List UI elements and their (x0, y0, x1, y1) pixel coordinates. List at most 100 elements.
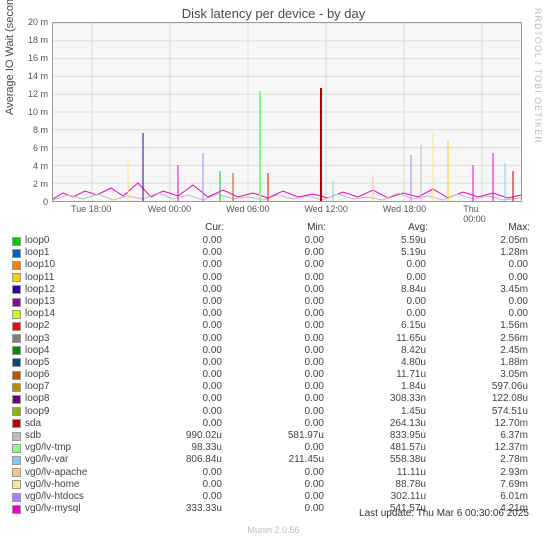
legend-swatch (12, 493, 21, 502)
legend-row: loop70.000.001.84u597.06u (12, 381, 532, 393)
series-cur: 0.00 (120, 259, 222, 271)
series-name: vg0/lv-var (25, 454, 120, 466)
legend-swatch (12, 419, 21, 428)
series-min: 0.00 (222, 259, 324, 271)
series-cur: 333.33u (120, 503, 222, 515)
last-update: Last update: Thu Mar 6 00:30:06 2025 (359, 508, 529, 519)
legend-swatch (12, 444, 21, 453)
series-name: loop11 (25, 272, 120, 284)
series-max: 3.05m (426, 369, 528, 381)
legend-swatch (12, 261, 21, 270)
chart-title: Disk latency per device - by day (0, 6, 547, 21)
series-avg: 11.65u (324, 333, 426, 345)
series-name: loop7 (25, 381, 120, 393)
series-cur: 0.00 (120, 369, 222, 381)
legend-swatch (12, 285, 21, 294)
series-max: 2.93m (426, 467, 528, 479)
legend-swatch (12, 432, 21, 441)
series-cur: 0.00 (120, 357, 222, 369)
series-max: 2.56m (426, 333, 528, 345)
series-max: 1.88m (426, 357, 528, 369)
series-max: 0.00 (426, 272, 528, 284)
series-avg: 88.78u (324, 479, 426, 491)
series-min: 0.00 (222, 296, 324, 308)
series-cur: 0.00 (120, 418, 222, 430)
legend-row: sda0.000.00264.13u12.70m (12, 418, 532, 430)
x-tick: Wed 18:00 (383, 204, 426, 214)
series-min: 0.00 (222, 418, 324, 430)
col-avg: Avg: (326, 222, 428, 233)
series-name: loop1 (25, 247, 120, 259)
legend-swatch (12, 298, 21, 307)
series-cur: 0.00 (120, 308, 222, 320)
series-name: loop2 (25, 320, 120, 332)
series-max: 12.70m (426, 418, 528, 430)
series-name: sda (25, 418, 120, 430)
series-avg: 1.45u (324, 406, 426, 418)
legend-row: loop60.000.0011.71u3.05m (12, 369, 532, 381)
legend-row: loop130.000.000.000.00 (12, 296, 532, 308)
x-tick: Tue 18:00 (71, 204, 111, 214)
y-tick: 16 m (28, 53, 48, 63)
legend-row: loop140.000.000.000.00 (12, 308, 532, 320)
series-avg: 302.11u (324, 491, 426, 503)
rrdtool-watermark: RRDTOOL / TOBI OETIKER (533, 8, 543, 144)
series-avg: 308.33n (324, 393, 426, 405)
series-cur: 990.02u (120, 430, 222, 442)
series-cur: 0.00 (120, 284, 222, 296)
series-min: 0.00 (222, 479, 324, 491)
series-name: loop14 (25, 308, 120, 320)
legend-row: loop110.000.000.000.00 (12, 272, 532, 284)
series-cur: 0.00 (120, 406, 222, 418)
series-max: 0.00 (426, 296, 528, 308)
legend-row: vg0/lv-htdocs0.000.00302.11u6.01m (12, 491, 532, 503)
series-cur: 98.33u (120, 442, 222, 454)
series-max: 2.45m (426, 345, 528, 357)
series-avg: 481.57u (324, 442, 426, 454)
series-avg: 6.15u (324, 320, 426, 332)
legend-row: vg0/lv-apache0.000.0011.11u2.93m (12, 467, 532, 479)
legend-swatch (12, 480, 21, 489)
col-min: Min: (224, 222, 326, 233)
y-tick: 0 (43, 197, 48, 207)
legend-row: loop20.000.006.15u1.56m (12, 320, 532, 332)
series-min: 211.45u (222, 454, 324, 466)
y-tick: 6 m (33, 143, 48, 153)
series-min: 0.00 (222, 284, 324, 296)
y-axis-label: Average IO Wait (seconds) (4, 0, 16, 115)
series-max: 6.01m (426, 491, 528, 503)
series-max: 2.05m (426, 235, 528, 247)
y-tick: 14 m (28, 71, 48, 81)
legend-swatch (12, 468, 21, 477)
series-avg: 5.59u (324, 235, 426, 247)
series-max: 12.37m (426, 442, 528, 454)
y-tick: 20 m (28, 17, 48, 27)
y-tick: 8 m (33, 125, 48, 135)
series-avg: 1.84u (324, 381, 426, 393)
munin-chart: Disk latency per device - by day Average… (0, 0, 547, 539)
series-avg: 11.71u (324, 369, 426, 381)
series-cur: 0.00 (120, 393, 222, 405)
x-axis-ticks: Tue 18:00Wed 00:00Wed 06:00Wed 12:00Wed … (52, 204, 522, 218)
series-name: loop10 (25, 259, 120, 271)
series-min: 0.00 (222, 333, 324, 345)
y-tick: 4 m (33, 161, 48, 171)
series-min: 0.00 (222, 442, 324, 454)
series-name: loop0 (25, 235, 120, 247)
series-avg: 264.13u (324, 418, 426, 430)
legend-swatch (12, 358, 21, 367)
series-name: loop6 (25, 369, 120, 381)
y-axis-ticks: 02 m4 m6 m8 m10 m12 m14 m16 m18 m20 m (22, 22, 50, 202)
series-name: loop4 (25, 345, 120, 357)
series-name: loop8 (25, 393, 120, 405)
series-min: 0.00 (222, 393, 324, 405)
series-max: 1.56m (426, 320, 528, 332)
legend-swatch (12, 334, 21, 343)
plot-area (52, 22, 522, 202)
legend-swatch (12, 346, 21, 355)
legend-row: vg0/lv-home0.000.0088.78u7.69m (12, 479, 532, 491)
spike-lines (53, 88, 521, 201)
munin-version: Munin 2.0.56 (0, 525, 547, 535)
series-min: 0.00 (222, 247, 324, 259)
series-min: 0.00 (222, 357, 324, 369)
